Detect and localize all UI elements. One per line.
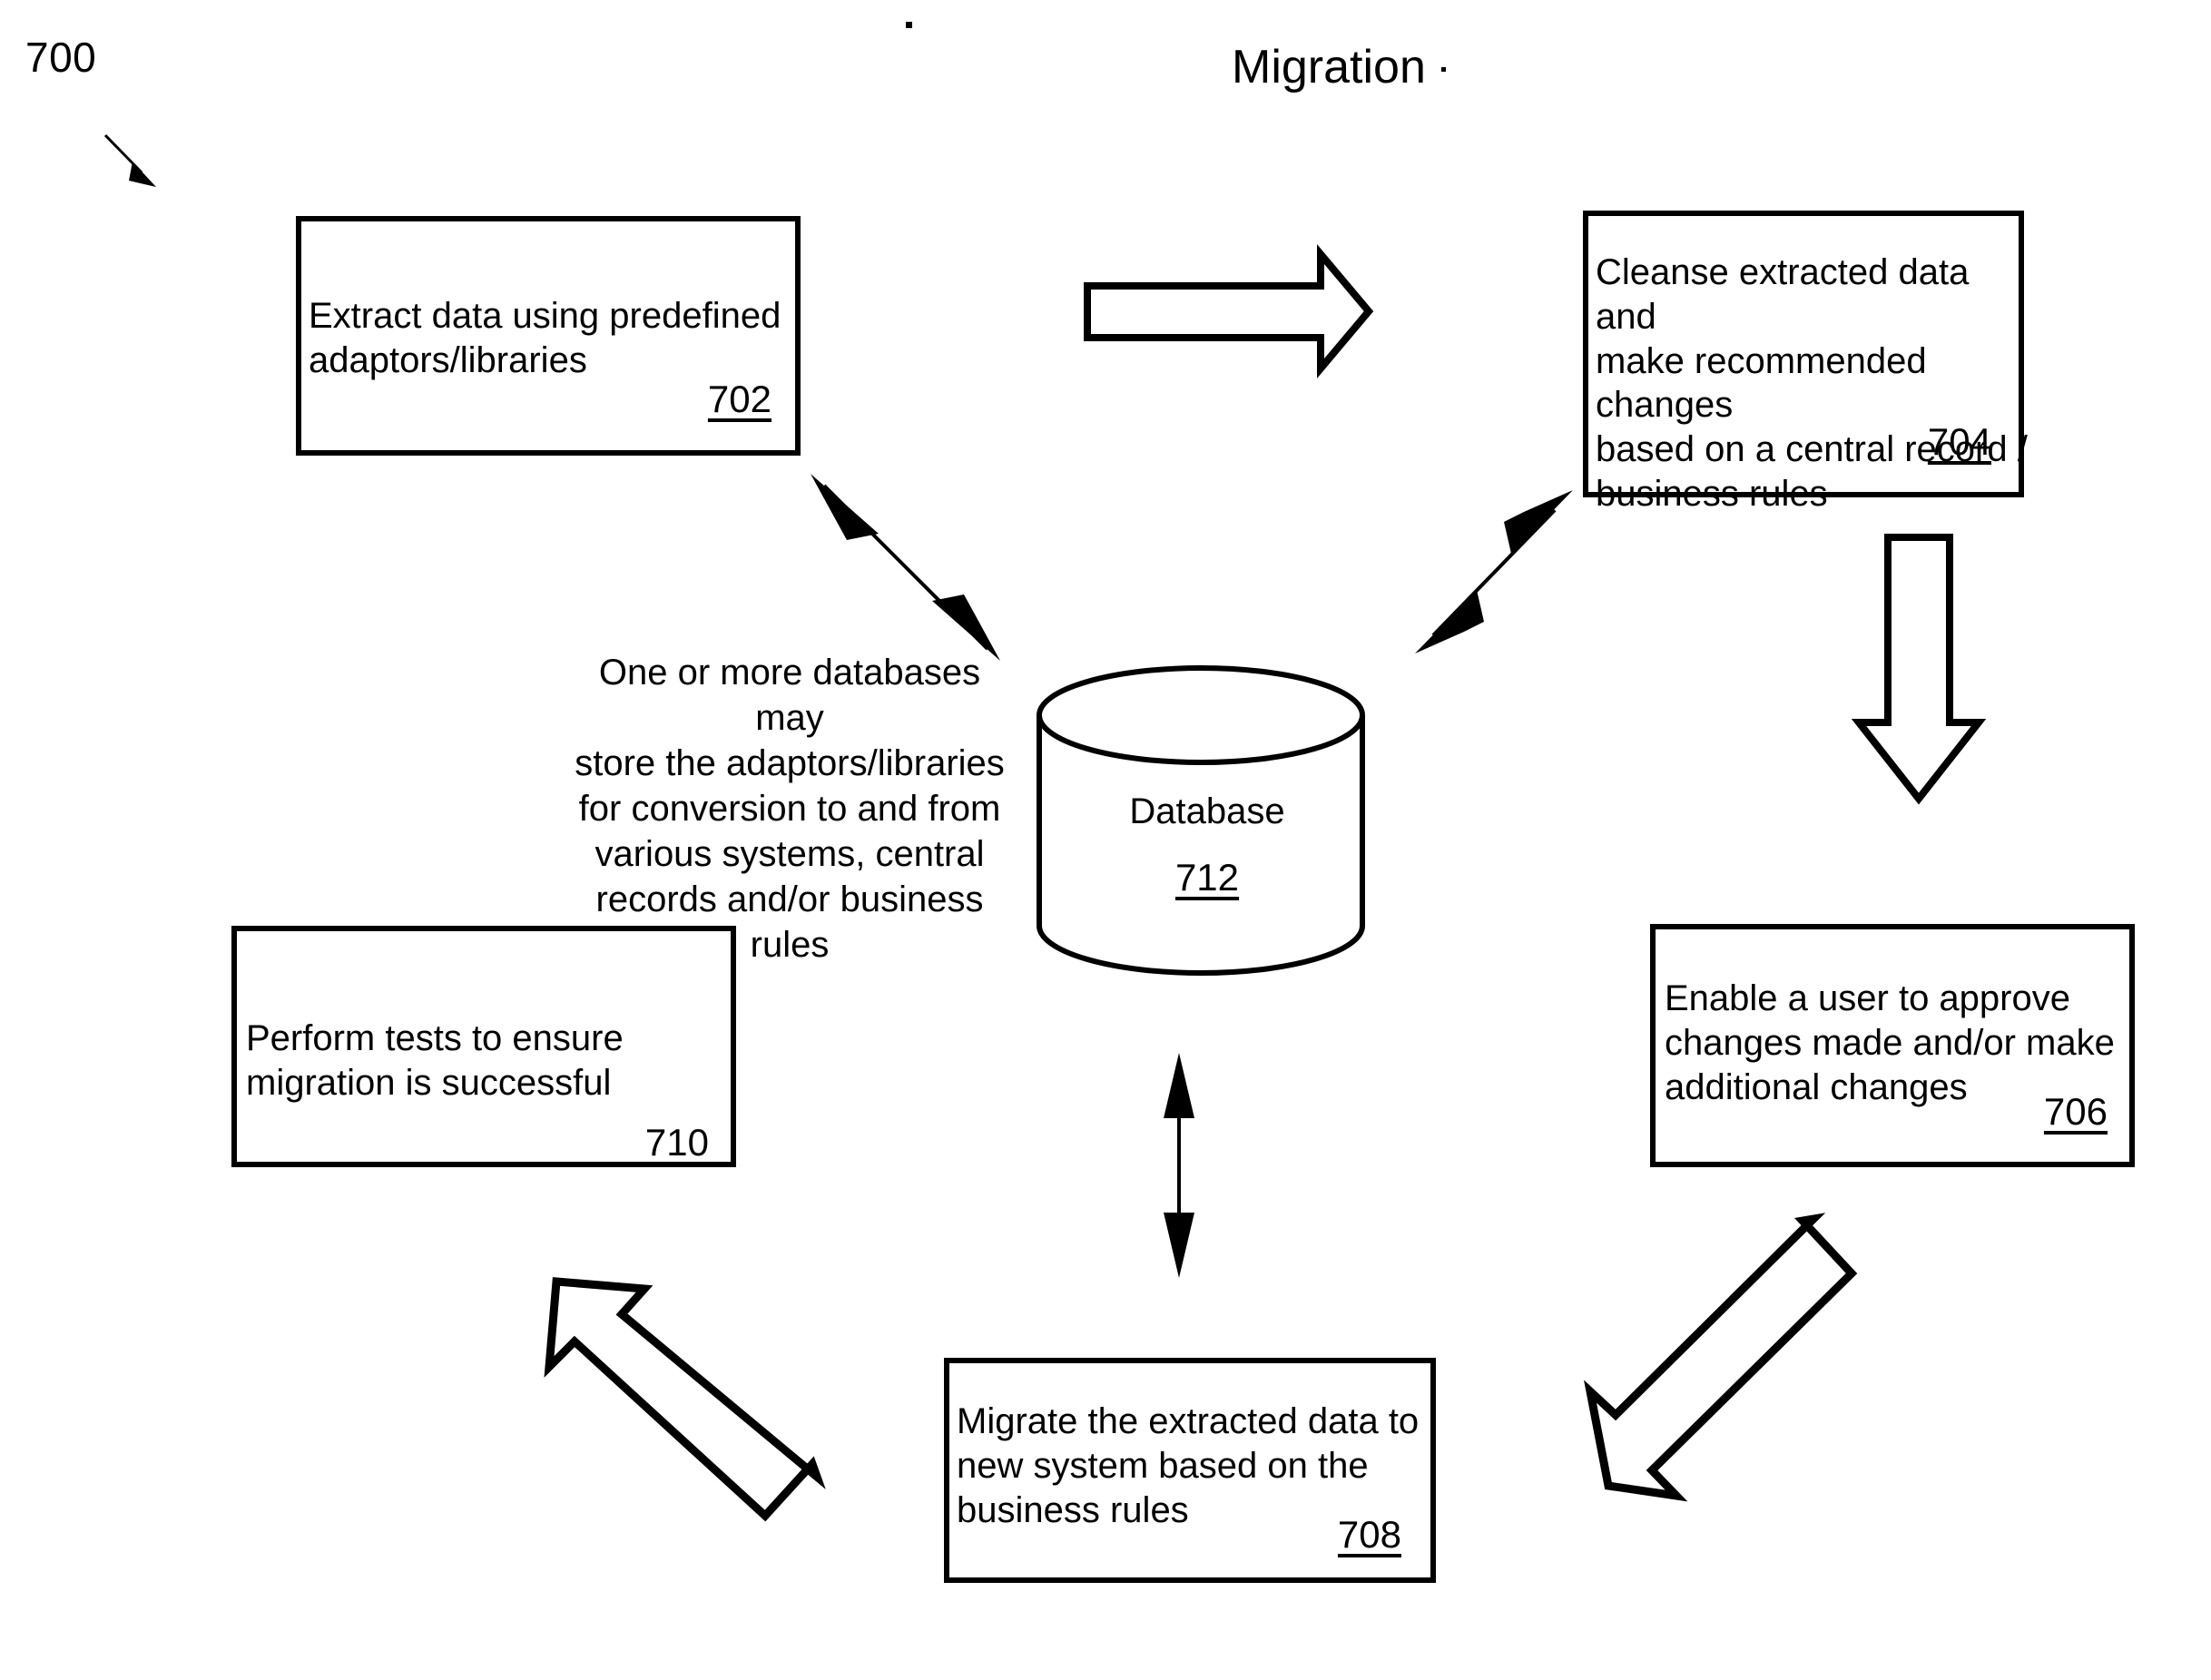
figure-canvas: 700 Migration Extract data using predefi… — [0, 0, 2211, 1680]
scan-speck-artifact — [906, 22, 912, 28]
cleanse-data-box-text: Cleanse extracted data and make recommen… — [1596, 252, 2028, 514]
approve-changes-box-ref: 706 — [2043, 1090, 2108, 1133]
double-arrow-database-to-extract — [811, 474, 1000, 661]
double-arrow-database-to-migrate — [1164, 1053, 1194, 1278]
block-arrow-extract-to-cleanse — [1084, 244, 1374, 378]
block-arrow-migrate-to-tests — [544, 1277, 826, 1522]
migrate-data-box[interactable]: Migrate the extracted data to new system… — [944, 1358, 1436, 1583]
center-caption-text: One or more databases may store the adap… — [575, 653, 1005, 965]
database-ref: 712 — [1174, 856, 1240, 899]
extract-data-box-text: Extract data using predefined adaptors/l… — [309, 296, 781, 380]
double-arrow-database-to-cleanse — [1415, 490, 1573, 653]
cleanse-data-box[interactable]: Cleanse extracted data and make recommen… — [1583, 211, 2028, 514]
database-label: Database — [1129, 791, 1285, 831]
block-arrow-cleanse-to-approve — [1851, 534, 1987, 805]
migrate-data-box-ref: 708 — [1337, 1513, 1401, 1556]
database-cylinder[interactable]: Database 712 — [1030, 663, 1384, 976]
approve-changes-box[interactable]: Enable a user to approve changes made an… — [1650, 924, 2135, 1167]
cleanse-data-box-ref: 704 — [1927, 420, 1991, 463]
scan-speck-artifact-2 — [1441, 67, 1446, 72]
figure-leader-arrow — [103, 133, 156, 187]
perform-tests-box-ref: 710 — [644, 1121, 709, 1164]
block-arrow-approve-to-migrate — [1583, 1213, 1858, 1502]
extract-data-box[interactable]: Extract data using predefined adaptors/l… — [296, 216, 801, 456]
diagram-title: Migration — [1232, 41, 1426, 93]
extract-data-box-ref: 702 — [707, 378, 771, 420]
perform-tests-box-text: Perform tests to ensure migration is suc… — [246, 1018, 624, 1103]
